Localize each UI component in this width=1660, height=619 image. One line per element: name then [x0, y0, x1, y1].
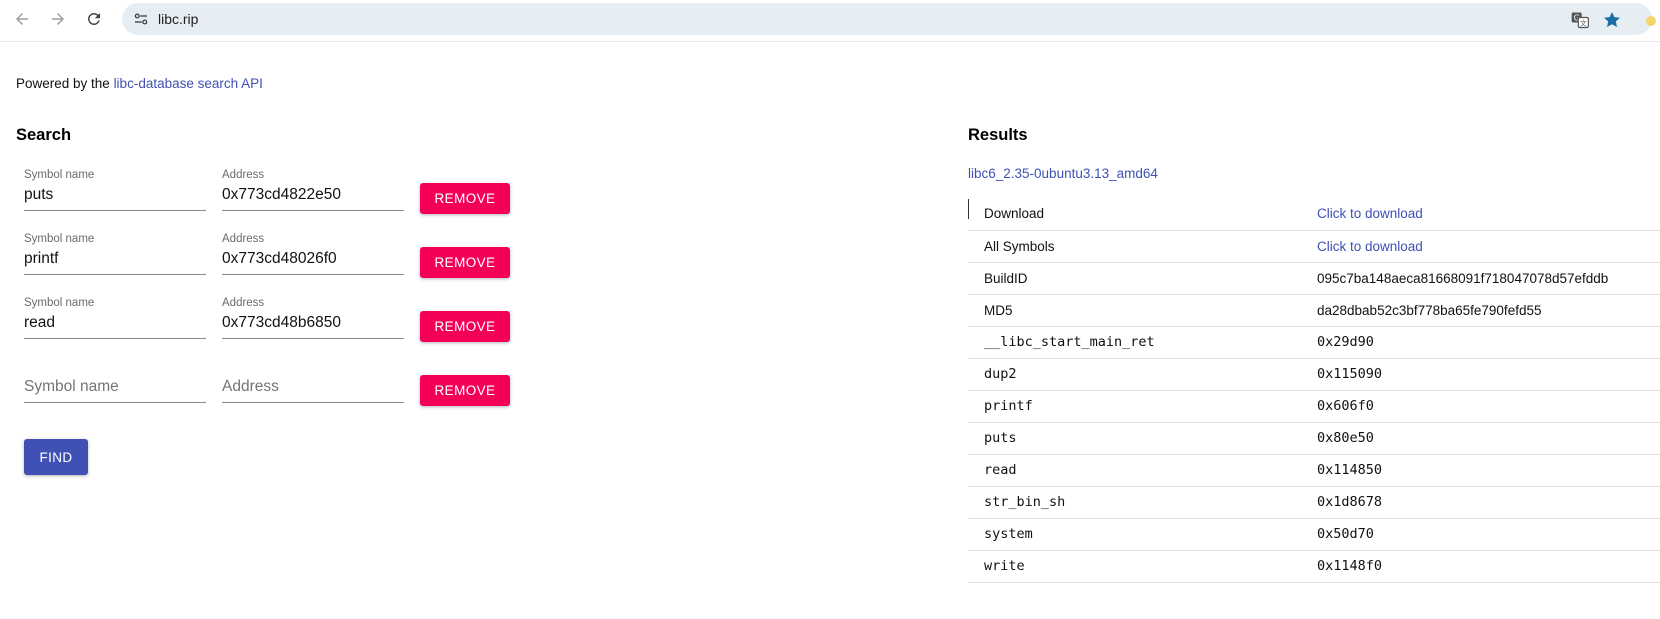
table-row: Download Click to download — [968, 198, 1660, 231]
profile-avatar-edge — [1646, 16, 1656, 26]
symbol-field-1: Symbol name — [24, 168, 206, 211]
symbol-key: system — [968, 518, 1317, 551]
address-field-3: Address — [222, 296, 404, 339]
remove-button[interactable]: REMOVE — [420, 247, 510, 278]
table-row: read 0x114850 — [968, 454, 1660, 487]
forward-arrow-icon[interactable] — [46, 7, 70, 31]
table-row: str_bin_sh 0x1d8678 — [968, 486, 1660, 519]
row-key: Download — [968, 198, 1317, 231]
address-bar[interactable]: libc.rip G 文 — [122, 3, 1656, 35]
address-label: Address — [222, 297, 265, 309]
symbol-input[interactable] — [24, 374, 206, 403]
symbol-offset: 0x29d90 — [1317, 326, 1660, 359]
api-link[interactable]: libc-database search API — [114, 76, 263, 91]
search-heading: Search — [16, 126, 72, 144]
table-row: MD5 da28dbab52c3bf778ba65fe790fefd55 — [968, 294, 1660, 327]
address-label: Address — [222, 169, 265, 181]
address-label: Address — [222, 233, 265, 245]
symbol-offset: 0x1148f0 — [1317, 550, 1660, 583]
symbol-offset: 0x50d70 — [1317, 518, 1660, 551]
row-key: All Symbols — [968, 230, 1317, 263]
address-field-1: Address — [222, 168, 404, 211]
bookmark-star-icon[interactable] — [1602, 10, 1622, 30]
symbol-offset: 0x115090 — [1317, 358, 1660, 391]
address-input[interactable] — [222, 374, 404, 403]
libc-result-link[interactable]: libc6_2.35-0ubuntu3.13_amd64 — [968, 166, 1158, 181]
address-input[interactable] — [222, 246, 404, 275]
table-row: dup2 0x115090 — [968, 358, 1660, 391]
row-value: da28dbab52c3bf778ba65fe790fefd55 — [1317, 294, 1660, 327]
remove-button[interactable]: REMOVE — [420, 311, 510, 342]
symbol-field-3: Symbol name — [24, 296, 206, 339]
symbol-key: dup2 — [968, 358, 1317, 391]
symbol-input[interactable] — [24, 246, 206, 275]
address-input[interactable] — [222, 310, 404, 339]
symbol-offset: 0x80e50 — [1317, 422, 1660, 455]
symbol-input[interactable] — [24, 182, 206, 211]
reload-icon[interactable] — [82, 7, 106, 31]
symbol-offset: 0x114850 — [1317, 454, 1660, 487]
symbol-offset: 0x606f0 — [1317, 390, 1660, 423]
all-symbols-download-link[interactable]: Click to download — [1317, 239, 1423, 254]
symbol-label: Symbol name — [24, 297, 95, 309]
address-field-2: Address — [222, 232, 404, 275]
symbol-key: __libc_start_main_ret — [968, 326, 1317, 359]
browser-toolbar: libc.rip G 文 — [0, 0, 1660, 42]
table-row: system 0x50d70 — [968, 518, 1660, 551]
row-key: MD5 — [968, 294, 1317, 327]
symbol-key: read — [968, 454, 1317, 487]
table-row: printf 0x606f0 — [968, 390, 1660, 423]
symbol-offset: 0x1d8678 — [1317, 486, 1660, 519]
symbol-label: Symbol name — [24, 233, 95, 245]
symbol-key: str_bin_sh — [968, 486, 1317, 519]
remove-button[interactable]: REMOVE — [420, 183, 510, 214]
back-arrow-icon[interactable] — [10, 7, 34, 31]
address-input[interactable] — [222, 182, 404, 211]
symbol-field-empty — [24, 374, 206, 403]
table-row: __libc_start_main_ret 0x29d90 — [968, 326, 1660, 359]
address-field-empty — [222, 374, 404, 403]
svg-text:文: 文 — [1580, 18, 1587, 27]
translate-icon[interactable]: G 文 — [1570, 10, 1590, 30]
remove-button[interactable]: REMOVE — [420, 375, 510, 406]
results-table: Download Click to download All Symbols C… — [968, 198, 1660, 583]
download-link[interactable]: Click to download — [1317, 206, 1423, 221]
site-settings-icon[interactable] — [132, 10, 150, 28]
symbol-key: puts — [968, 422, 1317, 455]
row-value: 095c7ba148aeca81668091f718047078d57efddb — [1317, 262, 1660, 295]
symbol-key: printf — [968, 390, 1317, 423]
symbol-label: Symbol name — [24, 169, 95, 181]
table-row: All Symbols Click to download — [968, 230, 1660, 263]
symbol-input[interactable] — [24, 310, 206, 339]
find-button[interactable]: FIND — [24, 439, 88, 475]
url-text[interactable]: libc.rip — [158, 11, 198, 27]
table-row: write 0x1148f0 — [968, 550, 1660, 583]
powered-by-line: Powered by the libc-database search API — [16, 76, 263, 91]
row-key: BuildID — [968, 262, 1317, 295]
results-heading: Results — [968, 126, 1028, 144]
powered-by-text: Powered by the — [16, 76, 114, 91]
table-row: BuildID 095c7ba148aeca81668091f718047078… — [968, 262, 1660, 295]
symbol-field-2: Symbol name — [24, 232, 206, 275]
table-row: puts 0x80e50 — [968, 422, 1660, 455]
symbol-key: write — [968, 550, 1317, 583]
